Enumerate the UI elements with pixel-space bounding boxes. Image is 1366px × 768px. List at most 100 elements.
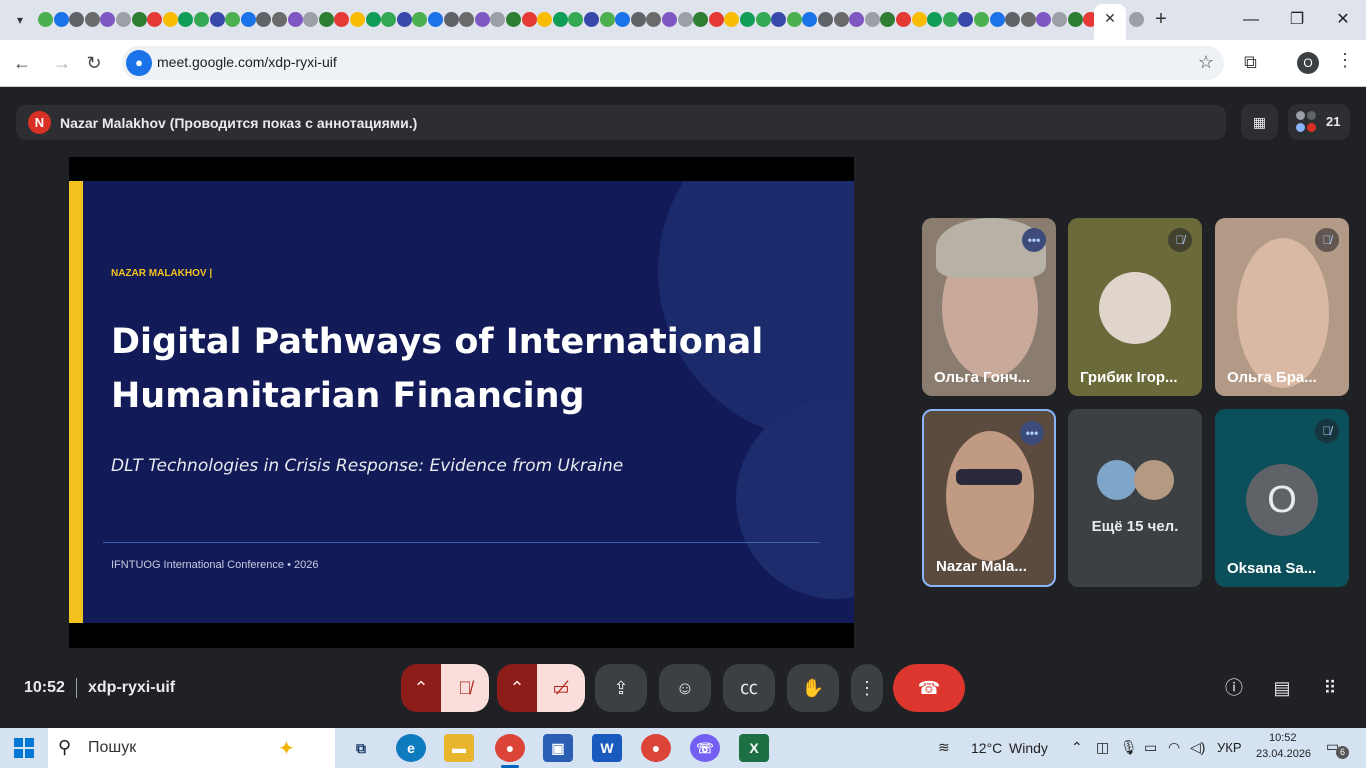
taskbar-time[interactable]: 10:52 (1269, 732, 1297, 744)
chrome-icon[interactable]: ● (641, 734, 671, 762)
tab-favicon[interactable] (989, 12, 1005, 27)
tab-favicon[interactable] (880, 12, 896, 27)
tab-favicon[interactable] (100, 12, 116, 27)
camera-tray-icon[interactable]: ◫ (1096, 739, 1109, 756)
tab-favicon[interactable] (350, 12, 365, 27)
volume-icon[interactable]: ◁) (1190, 739, 1205, 756)
edge-icon[interactable]: e (396, 734, 426, 762)
present-screen-button[interactable]: ⇪ (595, 664, 647, 712)
new-tab-button[interactable]: + (1150, 8, 1172, 30)
tab-favicon[interactable] (303, 12, 319, 27)
audio-options-chevron-icon[interactable]: ⌃ (401, 664, 441, 712)
activities-grid-icon[interactable]: ⠿ (1318, 676, 1342, 700)
tab-favicon[interactable] (1067, 12, 1083, 27)
tab-favicon[interactable] (272, 12, 287, 27)
tab-favicon[interactable] (911, 12, 927, 27)
tab-favicon[interactable] (833, 12, 849, 27)
reactions-button[interactable]: ☺ (659, 664, 711, 712)
tab-favicon[interactable] (287, 12, 303, 27)
tab-favicon[interactable] (818, 12, 833, 27)
restore-button[interactable]: ❐ (1274, 6, 1320, 34)
camera-toggle-button[interactable]: ▭̸ (537, 664, 585, 712)
tab-favicon[interactable] (693, 12, 709, 27)
tab-favicon[interactable] (240, 12, 256, 27)
tab-favicon[interactable] (162, 12, 178, 27)
tab-favicon[interactable] (942, 12, 958, 27)
participant-tile[interactable]: 🎙̸ Ольга Бра... (1215, 218, 1349, 396)
forward-arrow-icon[interactable]: → (50, 51, 74, 75)
tab-favicon[interactable] (896, 12, 911, 27)
tab-favicon[interactable] (381, 12, 397, 27)
tab-favicon[interactable] (584, 12, 599, 27)
raise-hand-button[interactable]: ✋ (787, 664, 839, 712)
tab-favicon[interactable] (178, 12, 194, 27)
bookmark-star-icon[interactable]: ☆ (1198, 52, 1214, 73)
tab-favicon[interactable] (194, 12, 209, 27)
close-window-button[interactable]: ✕ (1320, 6, 1366, 34)
tab-favicon[interactable] (615, 12, 631, 27)
tab-favicon[interactable] (568, 12, 584, 27)
tab-favicon[interactable] (459, 12, 475, 27)
tab-favicon[interactable] (1129, 12, 1144, 27)
tab-favicon[interactable] (334, 12, 350, 27)
tab-favicon[interactable] (662, 12, 677, 27)
minimize-button[interactable]: — (1228, 6, 1274, 34)
participant-tile[interactable]: 🎙̸ Грибик Ігор... (1068, 218, 1202, 396)
tab-favicon[interactable] (974, 12, 989, 27)
address-bar[interactable]: ● meet.google.com/xdp-ryxi-uif ☆ (122, 46, 1224, 80)
tab-favicon[interactable] (84, 12, 100, 27)
extensions-icon[interactable]: ⧉ (1244, 52, 1257, 73)
participant-tile[interactable]: ••• Ольга Гонч... (922, 218, 1056, 396)
participant-tile[interactable]: ••• Nazar Mala... (922, 409, 1056, 587)
meeting-info-icon[interactable]: ⓘ (1222, 676, 1246, 700)
wifi-icon[interactable]: ◠ (1168, 739, 1180, 756)
tab-favicon[interactable] (225, 12, 241, 27)
tab-favicon[interactable] (677, 12, 693, 27)
tab-favicon[interactable] (864, 12, 880, 27)
back-arrow-icon[interactable]: ← (10, 51, 34, 75)
tab-favicon[interactable] (318, 12, 334, 27)
chrome-icon[interactable]: ● (495, 734, 525, 762)
weather-wind-icon[interactable]: ≋ (938, 739, 950, 756)
tab-favicon[interactable] (147, 12, 163, 27)
excel-icon[interactable]: X (739, 734, 769, 762)
file-explorer-icon[interactable]: ▬ (444, 734, 474, 762)
tab-favicon[interactable] (396, 12, 412, 27)
viber-icon[interactable]: ☏ (690, 734, 720, 762)
leave-call-button[interactable]: ☎ (893, 664, 965, 712)
tab-favicon[interactable] (474, 12, 490, 27)
tab-favicon[interactable] (116, 12, 131, 27)
tab-favicon[interactable] (849, 12, 865, 27)
tab-favicon[interactable] (256, 12, 272, 27)
reload-icon[interactable]: ↻ (82, 51, 106, 75)
tab-favicon[interactable] (1005, 12, 1021, 27)
more-participants-tile[interactable]: Ещё 15 чел. (1068, 409, 1202, 587)
participant-tile[interactable]: O 🎙̸ Oksana Sa... (1215, 409, 1349, 587)
tab-favicon[interactable] (786, 12, 802, 27)
tab-favicon[interactable] (537, 12, 553, 27)
tab-favicon[interactable] (443, 12, 459, 27)
video-options-chevron-icon[interactable]: ⌃ (497, 664, 537, 712)
language-indicator[interactable]: УКР (1217, 740, 1242, 755)
tab-favicon[interactable] (69, 12, 85, 27)
taskbar-search-box[interactable]: ⚲ Пошук ✦ (48, 728, 335, 768)
tab-search-chevron-icon[interactable]: ▾ (8, 8, 32, 32)
save-app-icon[interactable]: ▣ (543, 734, 573, 762)
tab-favicon[interactable] (1052, 12, 1067, 27)
mic-toggle-button[interactable]: 🎙̸ (441, 664, 489, 712)
tab-favicon[interactable] (630, 12, 646, 27)
close-tab-icon[interactable]: ✕ (1101, 9, 1119, 27)
tab-favicon[interactable] (771, 12, 787, 27)
mic-indicator-icon[interactable]: ● (126, 50, 152, 76)
tab-favicon[interactable] (412, 12, 428, 27)
tab-favicon[interactable] (38, 12, 53, 27)
profile-avatar[interactable]: O (1297, 52, 1319, 74)
word-icon[interactable]: W (592, 734, 622, 762)
tab-favicon[interactable] (724, 12, 740, 27)
tab-favicon[interactable] (209, 12, 225, 27)
tab-favicon[interactable] (365, 12, 381, 27)
tray-overflow-chevron-icon[interactable]: ⌃ (1071, 739, 1083, 756)
tab-favicon[interactable] (1036, 12, 1052, 27)
tab-favicon[interactable] (506, 12, 521, 27)
tab-favicon[interactable] (958, 12, 974, 27)
